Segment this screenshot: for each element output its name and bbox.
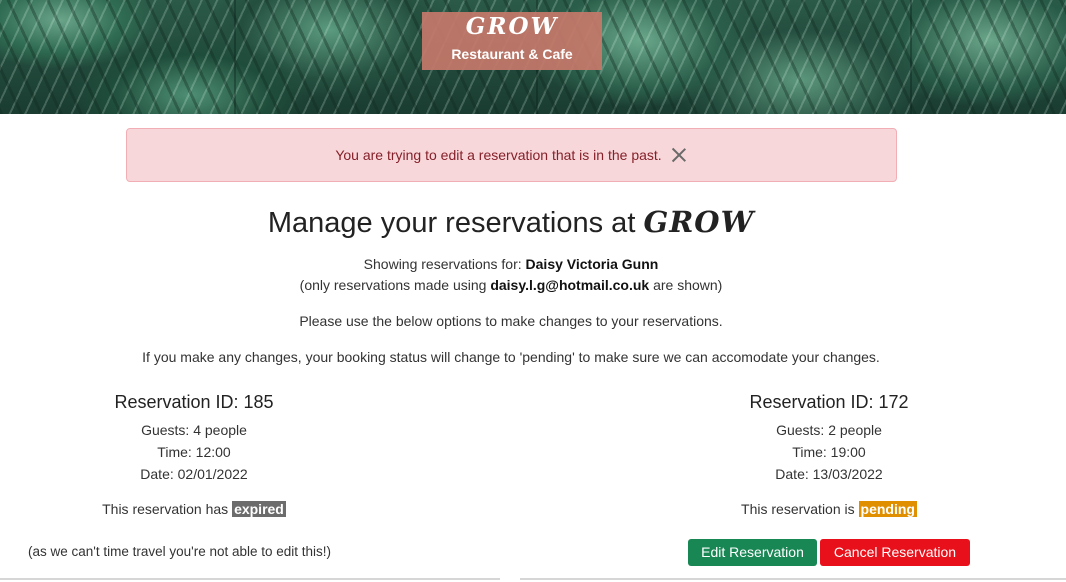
reservation-time: Time: 19:00 — [792, 444, 866, 460]
reservation-status: This reservation is pending — [729, 499, 929, 519]
reservation-guests: Guests: 2 people — [776, 422, 882, 438]
email-note-suffix: are shown) — [653, 277, 723, 293]
error-alert: You are trying to edit a reservation tha… — [126, 128, 897, 182]
status-prefix: This reservation has — [102, 501, 229, 517]
reservation-id: Reservation ID: 172 — [749, 392, 909, 412]
showing-for: Showing reservations for: Daisy Victoria… — [0, 256, 1022, 272]
site-logo[interactable]: GROW Restaurant & Cafe — [422, 12, 602, 70]
cannot-edit-note: (as we can't time travel you're not able… — [28, 544, 332, 559]
email-note: (only reservations made using daisy.l.g@… — [0, 277, 1022, 293]
logo-brand: GROW — [465, 13, 559, 40]
logo-subtitle: Restaurant & Cafe — [451, 46, 573, 62]
reservation-date: Date: 13/03/2022 — [775, 466, 883, 482]
page-title: Manage your reservations at GROW — [0, 202, 1022, 243]
email-note-prefix: (only reservations made using — [299, 277, 487, 293]
header-banner: GROW Restaurant & Cafe — [0, 0, 1066, 114]
reservation-guests: Guests: 4 people — [141, 422, 247, 438]
reservation-time: Time: 12:00 — [157, 444, 231, 460]
close-icon[interactable] — [670, 146, 688, 164]
showing-label: Showing reservations for: — [363, 256, 522, 272]
status-prefix: This reservation is — [741, 501, 855, 517]
customer-email: daisy.l.g@hotmail.co.uk — [490, 277, 650, 293]
divider — [520, 578, 1066, 580]
status-badge: pending — [858, 501, 917, 517]
customer-name: Daisy Victoria Gunn — [525, 256, 659, 272]
reservation-date: Date: 02/01/2022 — [140, 466, 248, 482]
alert-message: You are trying to edit a reservation tha… — [335, 147, 662, 163]
reservation-card-172: Reservation ID: 172 Guests: 2 people Tim… — [729, 390, 929, 519]
status-badge: expired — [232, 501, 286, 517]
page-title-prefix: Manage your reservations at — [267, 207, 636, 239]
page-title-brand: GROW — [643, 205, 755, 239]
edit-reservation-button[interactable]: Edit Reservation — [688, 539, 817, 566]
reservation-status: This reservation has expired — [94, 499, 294, 519]
pending-warning-text: If you make any changes, your booking st… — [142, 349, 880, 365]
reservation-id: Reservation ID: 185 — [114, 392, 274, 412]
divider — [0, 578, 500, 580]
cancel-reservation-button[interactable]: Cancel Reservation — [820, 539, 970, 566]
instructions-text: Please use the below options to make cha… — [299, 313, 723, 329]
reservation-card-185: Reservation ID: 185 Guests: 4 people Tim… — [94, 390, 294, 519]
